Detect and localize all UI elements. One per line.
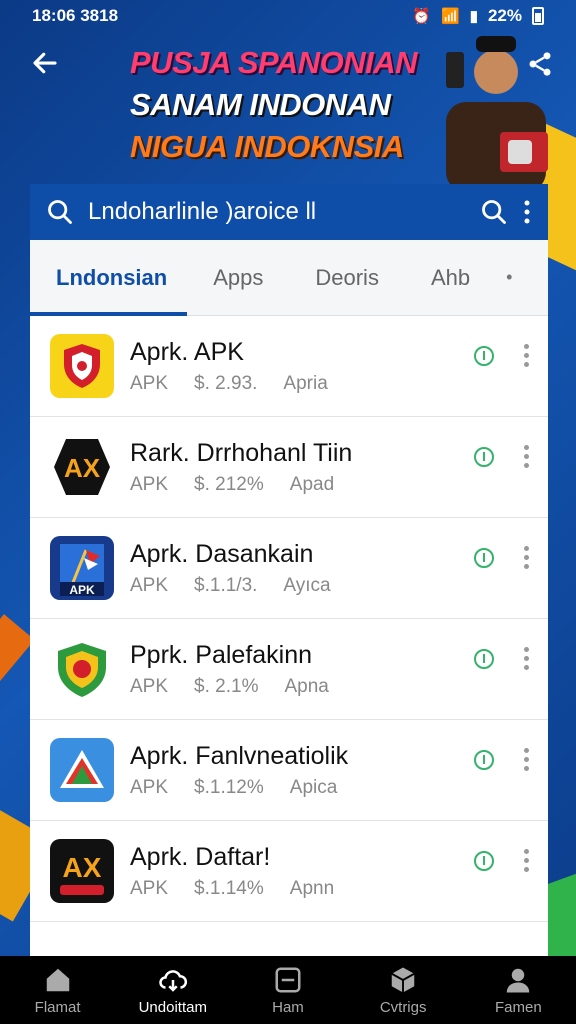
app-size: $.1.14% <box>194 877 264 899</box>
category-tabs: Lndonsian Apps Deoris Ahb • <box>30 240 548 316</box>
list-item[interactable]: APK Aprk. Dasankain APK $.1.1/3. Ayıca <box>30 518 548 619</box>
list-item[interactable]: AX Rark. Drrhohanl Tiin APK $. 212% Apad <box>30 417 548 518</box>
nav-ham[interactable]: Ham <box>233 965 343 1016</box>
app-icon-flag-apk: APK <box>50 536 114 600</box>
app-icon-triangle-blue <box>50 738 114 802</box>
app-name: Pprk. Palefakinn <box>130 640 313 669</box>
signal-icon: ▮ <box>469 8 478 25</box>
app-type: APK <box>130 473 169 495</box>
bottom-navigation: Flamat Undoittam Ham Cvtrigs Famen <box>0 956 576 1024</box>
share-button[interactable] <box>526 50 554 78</box>
promo-banner: PUSJA SPANONIAN SANAM INDONAN NIGUA INDO… <box>130 42 430 168</box>
app-size: $. 2.93. <box>194 372 258 394</box>
banner-line-2: SANAM INDONAN <box>130 87 391 122</box>
row-more-icon[interactable] <box>524 445 530 469</box>
app-type: APK <box>130 776 169 798</box>
row-more-icon[interactable] <box>524 748 530 772</box>
nav-label: Ham <box>272 998 304 1016</box>
app-icon-ax-black: AX <box>50 435 114 499</box>
app-extra: Apnn <box>289 877 335 899</box>
banner-line-1: PUSJA SPANONIAN <box>130 45 418 80</box>
app-type: APK <box>130 574 169 596</box>
app-icon-ax-dark: AX <box>50 839 114 903</box>
svg-text:AX: AX <box>63 852 102 883</box>
tab-deoris[interactable]: Deoris <box>289 240 405 316</box>
app-extra: Apria <box>283 372 328 394</box>
app-type: APK <box>130 877 169 899</box>
user-icon <box>507 968 530 992</box>
battery-icon <box>532 7 544 25</box>
nav-profile[interactable]: Famen <box>463 965 573 1016</box>
search-input[interactable]: Lndoharlinle )aroice ll <box>88 198 466 226</box>
search-icon <box>48 200 72 224</box>
nav-label: Famen <box>495 998 542 1016</box>
app-type: APK <box>130 372 169 394</box>
info-icon[interactable] <box>474 346 494 366</box>
list-item[interactable]: Pprk. Palefakinn APK $. 2.1% Apna <box>30 619 548 720</box>
nav-categories[interactable]: Cvtrigs <box>348 965 458 1016</box>
app-size: $. 212% <box>194 473 264 495</box>
box-icon <box>391 967 415 992</box>
app-extra: Apna <box>284 675 329 697</box>
app-name: Aprk. Daftar! <box>130 842 271 871</box>
list-item[interactable]: Aprk. Fanlvneatiolik APK $.1.12% Apica <box>30 720 548 821</box>
alarm-icon: ⏰ <box>412 8 432 25</box>
wifi-icon: 📶 <box>441 8 460 25</box>
nav-label: Undoittam <box>138 998 207 1016</box>
overflow-menu-icon[interactable] <box>522 198 532 226</box>
app-name: Aprk. APK <box>130 337 244 366</box>
app-icon-shield-red <box>50 334 114 398</box>
app-type: APK <box>130 675 169 697</box>
nav-label: Cvtrigs <box>379 998 427 1016</box>
list-item[interactable]: AX Aprk. Daftar! APK $.1.14% Apnn <box>30 821 548 922</box>
square-minus-icon <box>275 967 301 992</box>
tabs-more-indicator[interactable]: • <box>496 267 512 288</box>
app-extra: Apica <box>289 776 338 798</box>
app-extra: Apad <box>289 473 335 495</box>
row-more-icon[interactable] <box>524 344 530 368</box>
app-list: Aprk. APK APK $. 2.93. Apria AX Rark. Drrh… <box>30 316 548 922</box>
tab-apps[interactable]: Apps <box>187 240 289 316</box>
search-submit-icon[interactable] <box>480 198 508 226</box>
row-more-icon[interactable] <box>524 546 530 570</box>
arrow-left-icon <box>33 52 57 74</box>
tab-ahb[interactable]: Ahb <box>405 240 496 316</box>
app-size: $. 2.1% <box>194 675 259 697</box>
app-name: Aprk. Fanlvneatiolik <box>130 741 349 770</box>
banner-line-3: NIGUA INDOKNSIA <box>130 129 404 164</box>
info-icon[interactable] <box>474 447 494 467</box>
info-icon[interactable] <box>474 548 494 568</box>
nav-label: Flamat <box>34 998 81 1016</box>
nav-download[interactable]: Undoittam <box>118 965 228 1016</box>
row-more-icon[interactable] <box>524 849 530 873</box>
search-bar[interactable]: Lndoharlinle )aroice ll <box>30 184 548 240</box>
info-icon[interactable] <box>474 750 494 770</box>
app-name: Aprk. Dasankain <box>130 539 314 568</box>
cloud-icon <box>159 969 187 992</box>
info-icon[interactable] <box>474 649 494 669</box>
app-size: $.1.1/3. <box>194 574 258 596</box>
content-card: Lndoharlinle )aroice ll Lndonsian Apps D… <box>30 184 548 974</box>
app-icon-shield-green <box>50 637 114 701</box>
info-icon[interactable] <box>474 851 494 871</box>
app-size: $.1.12% <box>194 776 264 798</box>
status-time: 18:06 3818 <box>32 6 119 25</box>
header: PUSJA SPANONIAN SANAM INDONAN NIGUA INDO… <box>0 32 576 192</box>
svg-text:APK: APK <box>69 583 95 597</box>
share-icon <box>529 52 551 76</box>
svg-text:AX: AX <box>64 453 101 483</box>
status-bar: 18:06 3818 ⏰ 📶 ▮ 22% <box>0 0 576 32</box>
list-item[interactable]: Aprk. APK APK $. 2.93. Apria <box>30 316 548 417</box>
row-more-icon[interactable] <box>524 647 530 671</box>
home-icon <box>46 968 69 991</box>
battery-percent: 22% <box>487 6 522 25</box>
back-button[interactable] <box>30 48 62 80</box>
app-extra: Ayıca <box>283 574 331 596</box>
app-name: Rark. Drrhohanl Tiin <box>130 438 353 467</box>
tab-indonesian[interactable]: Lndonsian <box>30 240 188 316</box>
nav-home[interactable]: Flamat <box>3 965 113 1016</box>
